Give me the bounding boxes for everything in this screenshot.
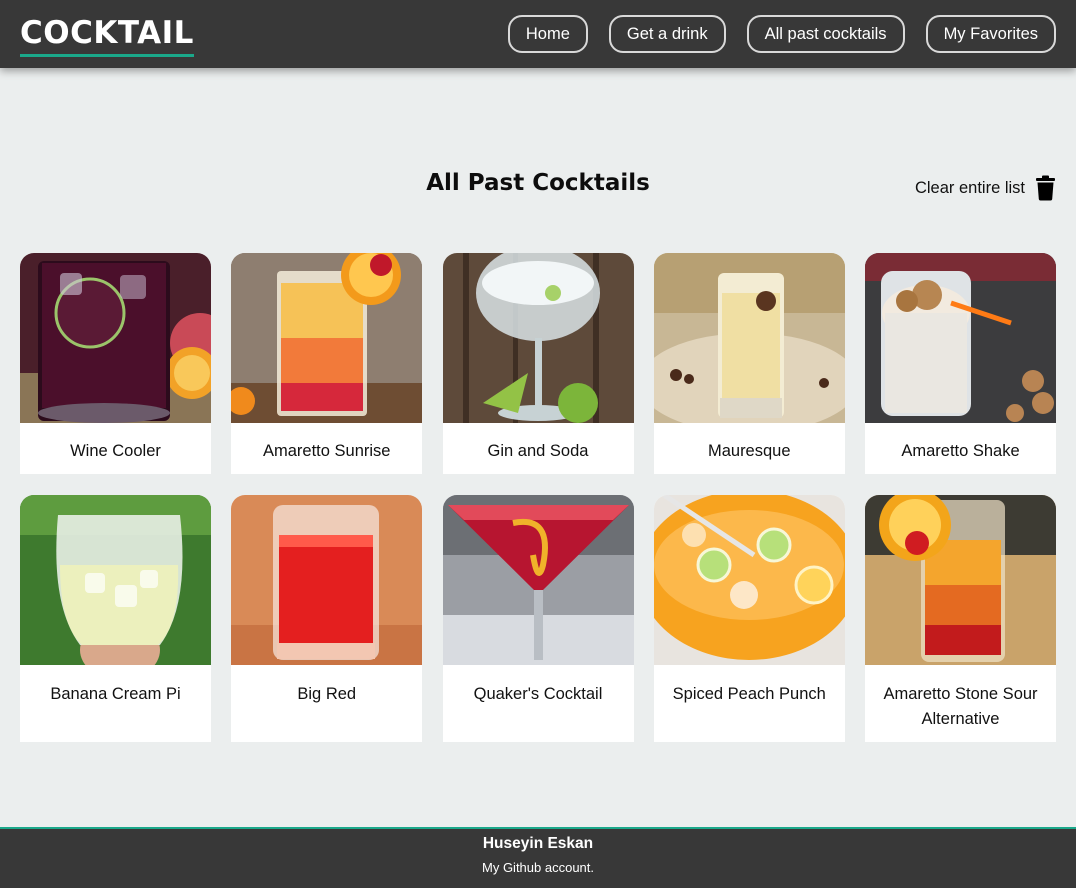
- cocktail-card[interactable]: Big Red: [231, 495, 423, 742]
- clear-list-label: Clear entire list: [914, 178, 1025, 197]
- cocktail-name: Amaretto Shake: [901, 442, 1020, 460]
- cocktail-name: Big Red: [297, 685, 357, 703]
- cocktail-card[interactable]: Amaretto Stone Sour Alternative: [865, 495, 1056, 742]
- brand-logo[interactable]: COCKTAIL: [20, 14, 194, 57]
- cocktail-name: Banana Cream Pi: [50, 685, 181, 703]
- cocktail-card[interactable]: Amaretto Shake: [865, 253, 1056, 474]
- cocktail-card[interactable]: Amaretto Sunrise: [231, 253, 423, 474]
- cocktail-card[interactable]: Spiced Peach Punch: [653, 495, 845, 742]
- cocktail-name: Quaker's Cocktail: [473, 685, 603, 703]
- cocktail-card[interactable]: Wine Cooler: [20, 253, 211, 474]
- top-navbar: COCKTAIL Home Get a drink All past cockt…: [0, 0, 1076, 68]
- cocktail-card[interactable]: Quaker's Cocktail: [442, 495, 634, 742]
- cocktail-name: Amaretto Sunrise: [263, 442, 391, 460]
- cocktail-name: Amaretto Stone Sour Alternative: [883, 685, 1038, 728]
- cocktail-image[interactable]: [20, 495, 211, 665]
- main-nav: Home Get a drink All past cocktails My F…: [507, 15, 1056, 53]
- cocktail-image[interactable]: [653, 253, 845, 423]
- cocktail-image[interactable]: [20, 253, 211, 423]
- page-footer: Huseyin Eskan My Github account.: [0, 827, 1076, 888]
- cocktail-card[interactable]: Gin and Soda: [442, 253, 634, 474]
- cocktail-image[interactable]: [231, 253, 423, 423]
- nav-home-button[interactable]: Home: [507, 15, 588, 53]
- cocktail-card[interactable]: Mauresque: [653, 253, 845, 474]
- cocktail-image[interactable]: [231, 495, 423, 665]
- cocktail-grid: Wine Cooler Amaretto Sunrise Gin and Sod…: [20, 253, 1056, 742]
- cocktail-card[interactable]: Banana Cream Pi: [20, 495, 211, 742]
- nav-all-past-cocktails-button[interactable]: All past cocktails: [746, 15, 905, 53]
- clear-list-button[interactable]: Clear entire list: [915, 175, 1056, 201]
- cocktail-name: Spiced Peach Punch: [672, 685, 826, 703]
- cocktail-name: Wine Cooler: [70, 442, 161, 460]
- cocktail-image[interactable]: [442, 495, 634, 665]
- trash-icon[interactable]: [1035, 175, 1056, 201]
- cocktail-image[interactable]: [442, 253, 634, 423]
- cocktail-image[interactable]: [865, 253, 1056, 423]
- cocktail-name: Gin and Soda: [487, 442, 589, 460]
- nav-my-favorites-button[interactable]: My Favorites: [925, 15, 1056, 53]
- nav-get-a-drink-button[interactable]: Get a drink: [608, 15, 726, 53]
- author-name: Huseyin Eskan: [482, 835, 594, 852]
- cocktail-image[interactable]: [865, 495, 1056, 665]
- cocktail-name: Mauresque: [707, 442, 791, 460]
- cocktail-image[interactable]: [653, 495, 845, 665]
- github-link[interactable]: My Github account.: [482, 860, 594, 875]
